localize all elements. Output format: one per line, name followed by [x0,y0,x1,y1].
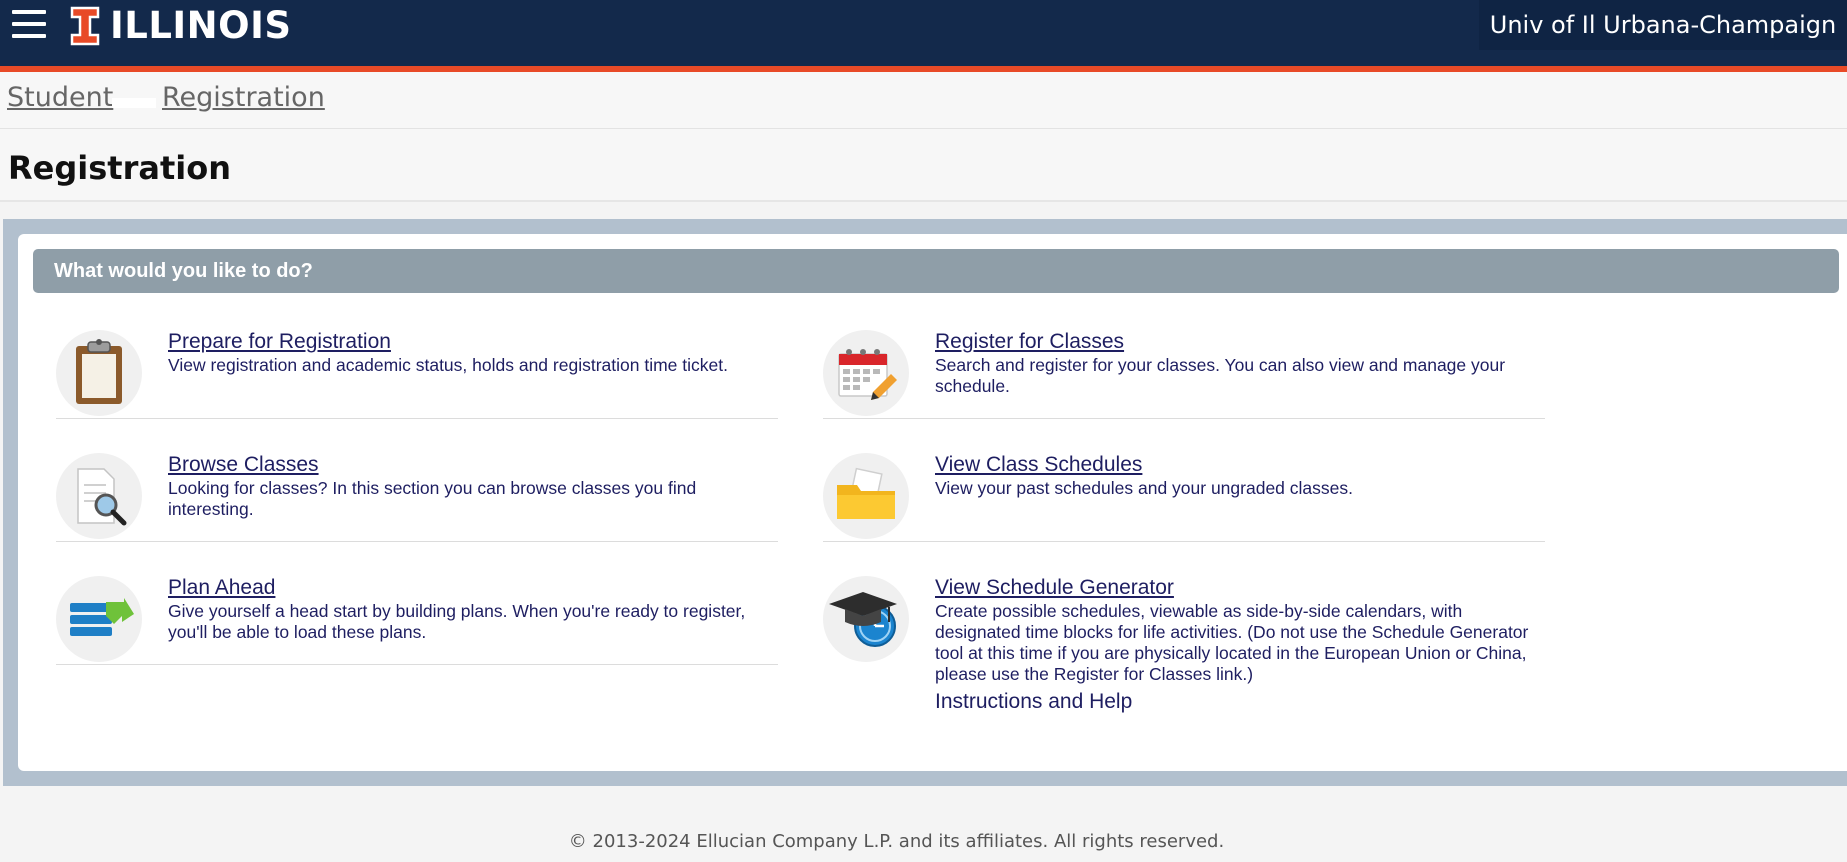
footer-copyright: © 2013-2024 Ellucian Company L.P. and it… [568,831,1225,852]
clipboard-icon [56,330,142,416]
register-for-classes-link[interactable]: Register for Classes [935,330,1124,354]
hamburger-menu-button[interactable] [12,8,48,40]
browse-classes-desc: Looking for classes? In this section you… [168,478,697,519]
registration-options-card: What would you like to do? Prepare for R… [18,234,1847,771]
plan-ahead-link[interactable]: Plan Ahead [168,576,275,600]
option-register-for-classes: Register for Classes Search and register… [823,330,1545,419]
illinois-logo[interactable]: ILLINOIS [70,4,292,48]
option-prepare-for-registration: Prepare for Registration View registrati… [56,330,778,419]
graduation-cap-clock-icon [823,576,909,662]
block-i-icon [70,6,100,46]
option-view-schedule-generator: View Schedule Generator Create possible … [823,576,1545,721]
prepare-for-registration-desc: View registration and academic status, h… [168,355,728,375]
view-schedule-generator-link[interactable]: View Schedule Generator [935,576,1174,600]
option-browse-classes: Browse Classes Looking for classes? In t… [56,453,778,542]
top-header: ILLINOIS Univ of Il Urbana-Champaign [0,0,1847,66]
footer: © 2013-2024 Ellucian Company L.P. and it… [0,801,1847,862]
instructions-and-help-link[interactable]: Instructions and Help [935,690,1132,714]
option-view-class-schedules: View Class Schedules View your past sche… [823,453,1545,542]
register-for-classes-desc: Search and register for your classes. Yo… [935,355,1506,396]
view-class-schedules-desc: View your past schedules and your ungrad… [935,478,1353,498]
folder-icon [823,453,909,539]
calendar-pencil-icon [823,330,909,416]
breadcrumb: Student Registration [0,72,1847,129]
breadcrumb-student[interactable]: Student [7,82,113,113]
content-frame: What would you like to do? Prepare for R… [3,219,1847,786]
prepare-for-registration-link[interactable]: Prepare for Registration [168,330,391,354]
view-class-schedules-link[interactable]: View Class Schedules [935,453,1142,477]
document-search-icon [56,453,142,539]
browse-classes-link[interactable]: Browse Classes [168,453,319,477]
option-plan-ahead: Plan Ahead Give yourself a head start by… [56,576,778,665]
breadcrumb-separator [112,98,156,108]
institution-name: Univ of Il Urbana-Champaign [1479,0,1847,50]
breadcrumb-registration[interactable]: Registration [162,82,325,113]
card-heading: What would you like to do? [33,249,1839,293]
view-schedule-generator-desc: Create possible schedules, viewable as s… [935,601,1529,684]
logo-text: ILLINOIS [110,4,292,47]
card-heading-text: What would you like to do? [54,260,313,282]
list-arrow-icon [56,576,142,662]
title-bar: Registration [0,129,1847,202]
page-title: Registration [8,149,231,187]
plan-ahead-desc: Give yourself a head start by building p… [168,601,746,642]
